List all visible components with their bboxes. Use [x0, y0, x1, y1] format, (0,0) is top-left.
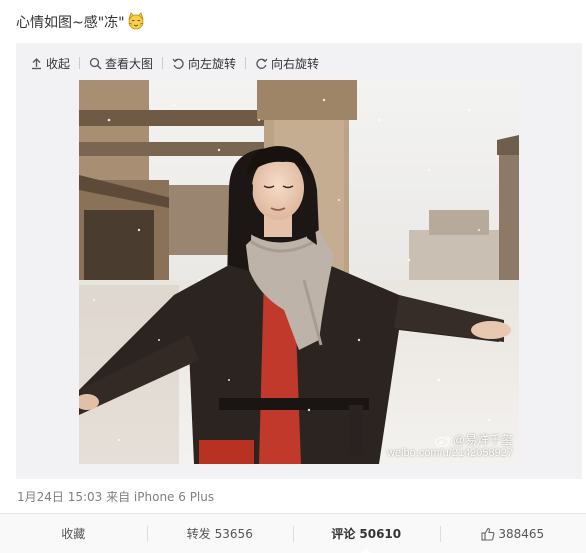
toolbar-divider	[79, 57, 81, 69]
search-icon	[89, 57, 102, 69]
repost-count: 53656	[214, 526, 253, 541]
comment-button[interactable]: 评论 50610	[293, 514, 440, 553]
watermark-user: @易烊千玺	[452, 433, 513, 447]
comment-count: 50610	[359, 526, 402, 541]
weibo-logo-icon	[434, 435, 450, 447]
comment-label: 评论	[331, 527, 356, 541]
watermark-url: weibo.com/u/2142058927	[387, 447, 513, 459]
favorite-label: 收藏	[61, 527, 86, 541]
post-text: 心情如图~感"冻"	[16, 12, 145, 32]
toolbar-divider	[162, 57, 164, 69]
rotate-right-label: 向右旋转	[271, 56, 320, 71]
post-photo[interactable]: @易烊千玺 weibo.com/u/2142058927	[79, 80, 519, 464]
collapse-icon	[32, 57, 41, 69]
rotate-left-label: 向左旋转	[188, 56, 237, 71]
rotate-right-icon	[256, 58, 268, 69]
view-large-label: 查看大图	[105, 56, 154, 71]
view-large-button[interactable]: 查看大图	[89, 55, 153, 72]
repost-button[interactable]: 转发 53656	[146, 514, 294, 553]
post-text-content: 心情如图~感"冻"	[16, 15, 125, 31]
media-toolbar: 收起 查看大图 向左旋转 向右旋转	[30, 55, 319, 71]
action-bar: 收藏 转发 53656 评论 50610 388465	[0, 513, 586, 553]
like-count: 388465	[498, 526, 545, 541]
media-box: 收起 查看大图 向左旋转 向右旋转 @易烊千玺 weibo.com/u/2142…	[16, 43, 582, 479]
photo-watermark: @易烊千玺 weibo.com/u/2142058927	[387, 434, 513, 460]
favorite-button[interactable]: 收藏	[0, 514, 147, 553]
cat-face-emoji-icon	[127, 12, 145, 30]
thumbs-up-icon	[481, 527, 495, 541]
repost-label: 转发	[186, 527, 211, 541]
snow-scene-image	[79, 80, 519, 464]
collapse-button[interactable]: 收起	[30, 55, 70, 72]
collapse-label: 收起	[46, 56, 71, 71]
rotate-right-button[interactable]: 向右旋转	[255, 55, 319, 72]
rotate-left-button[interactable]: 向左旋转	[172, 55, 236, 72]
toolbar-divider	[245, 57, 247, 69]
like-button[interactable]: 388465	[439, 514, 586, 553]
rotate-left-icon	[172, 58, 184, 69]
post-meta[interactable]: 1月24日 15:03 来自 iPhone 6 Plus	[17, 488, 214, 505]
